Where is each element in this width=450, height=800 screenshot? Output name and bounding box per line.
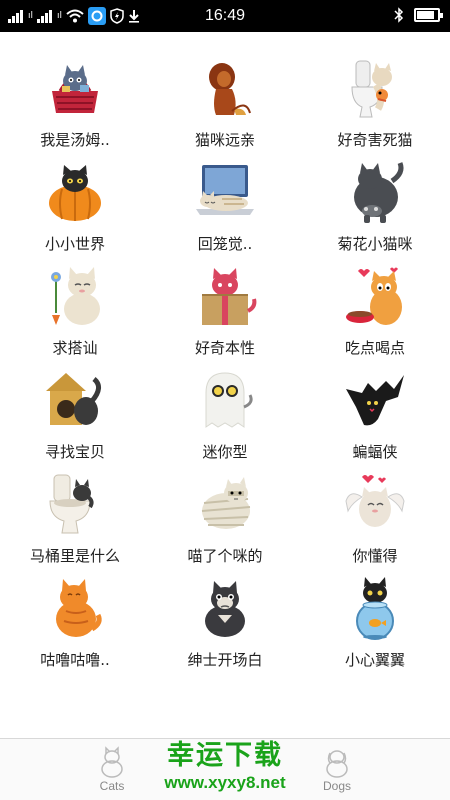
sticker-label: 咕噜咕噜..	[40, 651, 110, 669]
orange-cat-icon	[41, 575, 109, 641]
sticker-label: 我是汤姆..	[40, 131, 110, 149]
cat-in-basket-icon	[41, 55, 109, 121]
cat-toilet-icon	[341, 55, 409, 121]
sticker-label: 好奇害死猫	[337, 131, 413, 149]
sticker-label: 小小世界	[44, 235, 105, 253]
cat-fishbowl-icon	[341, 575, 409, 641]
sticker-item[interactable]: 我是汤姆..	[0, 55, 150, 159]
sticker-label: 迷你型	[202, 443, 248, 461]
status-left-icons: ıl ıl	[8, 7, 168, 25]
sticker-label: 寻找宝贝	[44, 443, 105, 461]
sticker-label: 求搭讪	[52, 339, 98, 357]
cat-wings-icon	[341, 471, 409, 537]
status-right-icons	[394, 7, 443, 23]
shield-icon	[110, 8, 124, 24]
tab-cats[interactable]: Cats	[77, 745, 147, 793]
sticker-item[interactable]: 求搭讪	[0, 263, 150, 367]
sticker-item[interactable]: 好奇本性	[150, 263, 300, 367]
cat-toilet-bowl-icon	[41, 471, 109, 537]
sticker-item[interactable]: 绅士开场白	[150, 575, 300, 679]
cat-ghost-icon	[191, 367, 259, 433]
sticker-label: 蝙蝠侠	[352, 443, 398, 461]
cat-mummy-icon	[191, 471, 259, 537]
sticker-label: 喵了个咪的	[187, 547, 263, 565]
wifi-icon	[66, 9, 84, 23]
cat-food-bowl-icon	[341, 263, 409, 329]
tab-cats-label: Cats	[99, 779, 125, 793]
sticker-item[interactable]: 寻找宝贝	[0, 367, 150, 471]
signal-icon	[8, 9, 23, 23]
cat-gift-box-icon	[191, 263, 259, 329]
cat-tab-icon	[101, 746, 123, 778]
cat-back-icon	[341, 159, 409, 225]
watermark-title: 幸运下载	[167, 740, 283, 771]
sticker-item[interactable]: 你懂得	[300, 471, 450, 575]
sticker-item[interactable]: 喵了个咪的	[150, 471, 300, 575]
sticker-item[interactable]: 小小世界	[0, 159, 150, 263]
sticker-item[interactable]: 马桶里是什么	[0, 471, 150, 575]
signal-2-icon	[37, 9, 53, 23]
sticker-grid: 我是汤姆.. 猫咪远亲 好奇害死猫 小小世界 回笼觉.. 菊花小猫咪 求搭讪 好…	[0, 55, 450, 679]
sticker-item[interactable]: 迷你型	[150, 367, 300, 471]
watermark: 幸运下载 www.xyxy8.net	[120, 739, 330, 793]
status-bar: ıl ıl 16:49	[0, 0, 450, 32]
cat-gentleman-icon	[191, 575, 259, 641]
sticker-label: 猫咪远亲	[194, 131, 255, 149]
cat-pumpkin-icon	[41, 159, 109, 225]
tab-dogs-label: Dogs	[322, 779, 351, 793]
sticker-label: 绅士开场白	[187, 651, 263, 669]
sticker-label: 马桶里是什么	[29, 547, 120, 565]
app-notification-icon	[88, 7, 107, 25]
signal-label: ıl	[28, 11, 34, 21]
bluetooth-icon	[394, 7, 404, 23]
cat-laptop-icon	[191, 159, 259, 225]
sticker-item[interactable]: 猫咪远亲	[150, 55, 300, 159]
sticker-label: 小心翼翼	[344, 651, 405, 669]
watermark-url: www.xyxy8.net	[164, 773, 286, 792]
sticker-item[interactable]: 吃点喝点	[300, 263, 450, 367]
sticker-item[interactable]: 蝙蝠侠	[300, 367, 450, 471]
download-icon	[129, 10, 140, 23]
sticker-label: 好奇本性	[194, 339, 255, 357]
sticker-item[interactable]: 咕噜咕噜..	[0, 575, 150, 679]
cat-flower-icon	[41, 263, 109, 329]
sticker-item[interactable]: 好奇害死猫	[300, 55, 450, 159]
sticker-label: 回笼觉..	[197, 235, 253, 253]
cat-house-icon	[41, 367, 109, 433]
bottom-tab-bar: Cats Dogs 幸运下载 www.xyxy8.net	[0, 738, 450, 800]
sticker-item[interactable]: 回笼觉..	[150, 159, 300, 263]
sticker-label: 菊花小猫咪	[337, 235, 413, 253]
dog-tab-icon	[326, 750, 348, 778]
signal-2-label: ıl	[57, 11, 63, 21]
lion-icon	[191, 55, 259, 121]
sticker-label: 吃点喝点	[344, 339, 405, 357]
sticker-label: 你懂得	[352, 547, 398, 565]
cat-bat-icon	[341, 367, 409, 433]
tab-dogs[interactable]: Dogs	[302, 745, 372, 793]
sticker-item[interactable]: 菊花小猫咪	[300, 159, 450, 263]
battery-icon	[414, 8, 443, 22]
sticker-item[interactable]: 小心翼翼	[300, 575, 450, 679]
